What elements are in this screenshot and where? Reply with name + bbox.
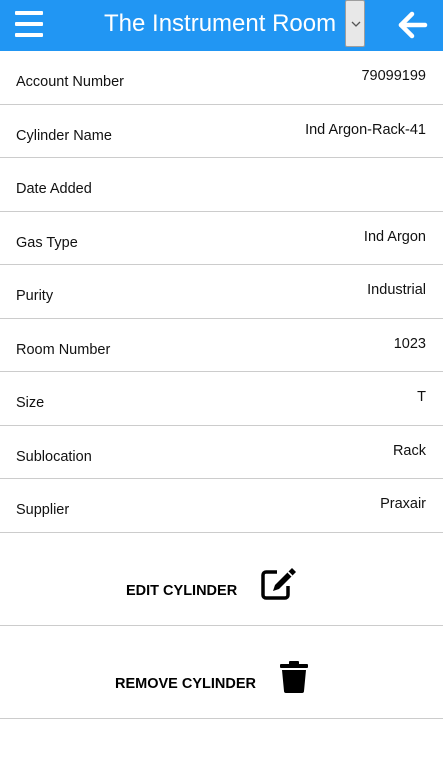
- edit-cylinder-label: EDIT CYLINDER: [126, 583, 238, 599]
- remove-cylinder-button[interactable]: REMOVE CYLINDER: [0, 626, 443, 719]
- row-value: Praxair: [380, 496, 426, 512]
- row-label: Gas Type: [16, 234, 78, 251]
- row-label: Sublocation: [16, 448, 92, 465]
- row-value: Ind Argon-Rack-41: [305, 121, 426, 138]
- detail-row-size: Size T: [0, 372, 443, 426]
- detail-row-room-number: Room Number 1023: [0, 319, 443, 372]
- row-label: Account Number: [16, 74, 124, 90]
- page-title: The Instrument Room: [104, 10, 337, 37]
- app-header: The Instrument Room: [0, 0, 443, 51]
- remove-cylinder-label: REMOVE CYLINDER: [115, 676, 256, 692]
- row-label: Date Added: [16, 181, 92, 197]
- trash-icon: [280, 661, 308, 693]
- detail-row-gas-type: Gas Type Ind Argon: [0, 212, 443, 265]
- arrow-left-icon: [398, 11, 428, 39]
- row-value: T: [417, 389, 426, 405]
- row-label: Cylinder Name: [16, 127, 112, 144]
- detail-row-supplier: Supplier Praxair: [0, 479, 443, 533]
- row-value: Ind Argon: [363, 228, 426, 245]
- edit-icon: [261, 568, 296, 600]
- detail-row-purity: Purity Industrial: [0, 265, 443, 319]
- back-button[interactable]: [398, 10, 428, 40]
- row-value: Rack: [392, 442, 426, 459]
- row-value: 1023: [393, 335, 426, 352]
- detail-row-sublocation: Sublocation Rack: [0, 426, 443, 479]
- row-value: Industrial: [367, 282, 426, 298]
- row-label: Size: [16, 395, 45, 411]
- detail-row-cylinder-name: Cylinder Name Ind Argon-Rack-41: [0, 105, 443, 158]
- chevron-down-icon: [351, 21, 361, 27]
- row-label: Room Number: [16, 341, 111, 358]
- title-dropdown-button[interactable]: [345, 0, 365, 47]
- row-value: 79099199: [361, 68, 426, 84]
- hamburger-menu-icon[interactable]: [15, 11, 43, 37]
- detail-row-date-added: Date Added: [0, 158, 443, 212]
- row-label: Supplier: [16, 502, 70, 518]
- edit-cylinder-button[interactable]: EDIT CYLINDER: [0, 533, 443, 626]
- row-label: Purity: [16, 288, 54, 304]
- detail-row-account-number: Account Number 79099199: [0, 51, 443, 105]
